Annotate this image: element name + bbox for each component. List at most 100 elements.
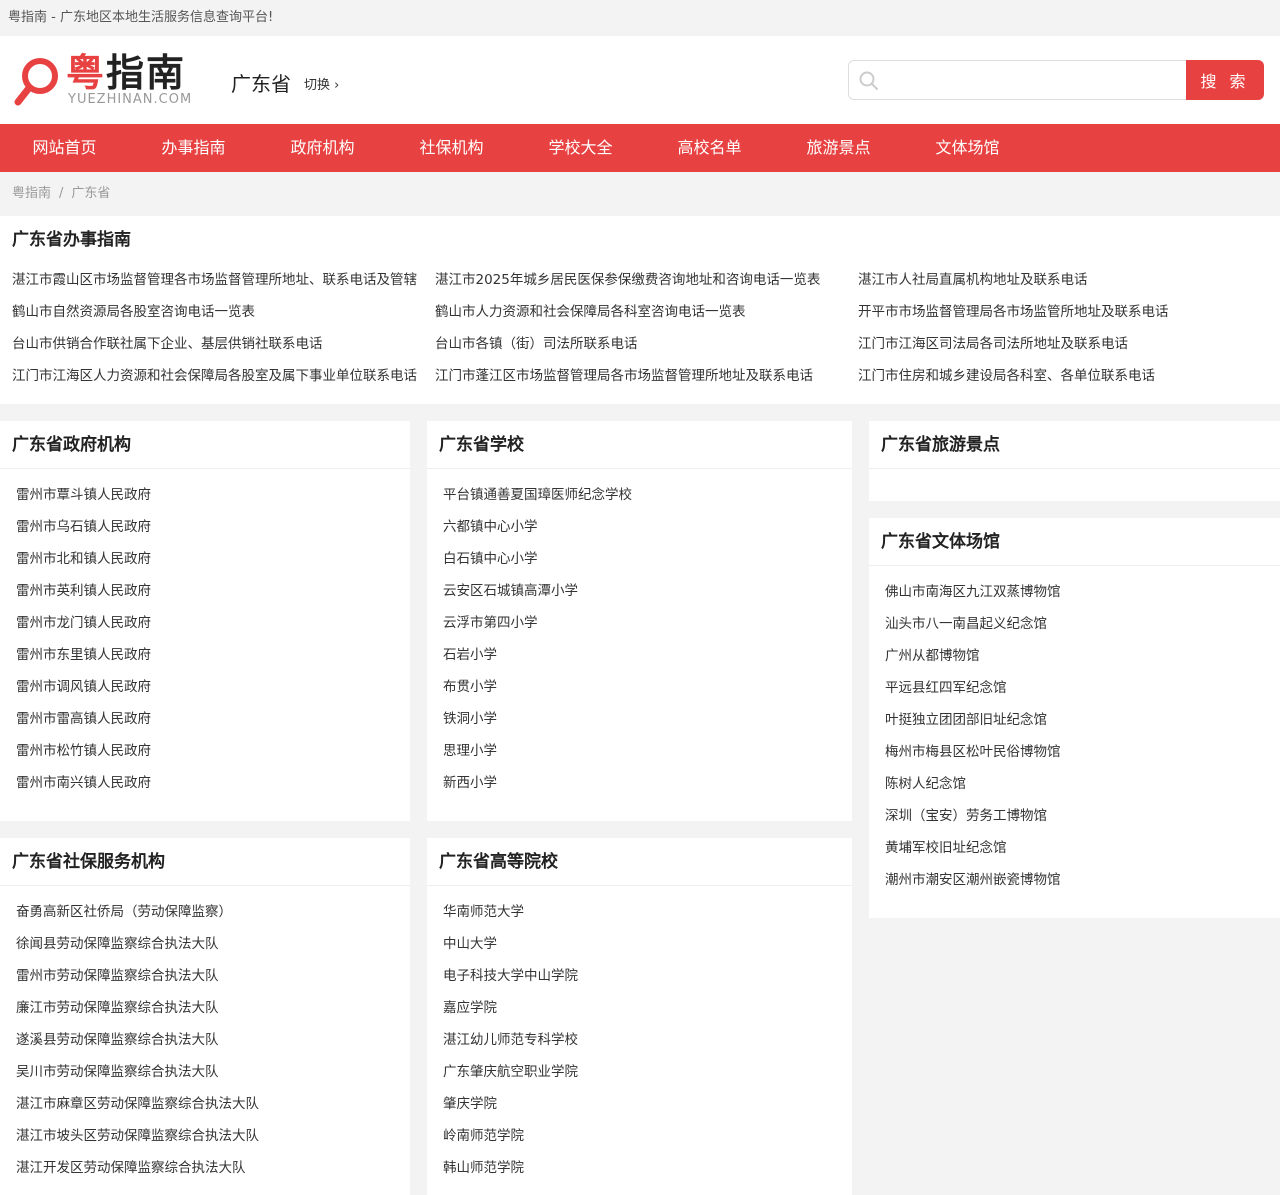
list-item[interactable]: 中山大学 (443, 928, 852, 960)
guide-link[interactable]: 开平市市场监督管理局各市场监管所地址及联系电话 (858, 296, 1280, 328)
tourism-title: 广东省旅游景点 (869, 421, 1280, 469)
breadcrumb-home[interactable]: 粤指南 (12, 186, 51, 201)
list-item[interactable]: 广东肇庆航空职业学院 (443, 1056, 852, 1088)
guide-link[interactable]: 江门市江海区司法局各司法所地址及联系电话 (858, 328, 1280, 360)
breadcrumb-separator: / (59, 186, 64, 201)
logo-wordmark: 粤指南 (66, 51, 187, 95)
list-item[interactable]: 云浮市第四小学 (443, 607, 852, 639)
list-item[interactable]: 云安区石城镇高潭小学 (443, 575, 852, 607)
guide-link[interactable]: 江门市江海区人力资源和社会保障局各股室及属下事业单位联系电话 (12, 360, 435, 392)
nav-social-security[interactable]: 社保机构 (387, 124, 516, 172)
main-nav: 网站首页 办事指南 政府机构 社保机构 学校大全 高校名单 旅游景点 文体场馆 (0, 124, 1280, 172)
list-item[interactable]: 佛山市南海区九江双蒸博物馆 (885, 576, 1280, 608)
venues-card: 广东省文体场馆 佛山市南海区九江双蒸博物馆 汕头市八一南昌起义纪念馆 广州从都博物馆… (869, 518, 1280, 918)
list-item[interactable]: 叶挺独立团团部旧址纪念馆 (885, 704, 1280, 736)
schools-list: 平台镇通善夏国璋医师纪念学校 六都镇中心小学 白石镇中心小学 云安区石城镇高潭小学 云浮… (427, 469, 852, 799)
list-item[interactable]: 华南师范大学 (443, 896, 852, 928)
list-item[interactable]: 电子科技大学中山学院 (443, 960, 852, 992)
nav-tourism[interactable]: 旅游景点 (774, 124, 903, 172)
colleges-card: 广东省高等院校 华南师范大学 中山大学 电子科技大学中山学院 嘉应学院 湛江幼儿师范专科… (427, 838, 852, 1195)
nav-guide[interactable]: 办事指南 (129, 124, 258, 172)
list-item[interactable]: 湛江市坡头区劳动保障监察综合执法大队 (16, 1120, 410, 1152)
list-item[interactable]: 新西小学 (443, 767, 852, 799)
nav-home[interactable]: 网站首页 (0, 124, 129, 172)
list-item[interactable]: 六都镇中心小学 (443, 511, 852, 543)
list-item[interactable]: 雷州市龙门镇人民政府 (16, 607, 410, 639)
list-item[interactable]: 湛江幼儿师范专科学校 (443, 1024, 852, 1056)
list-item[interactable]: 雷州市乌石镇人民政府 (16, 511, 410, 543)
list-item[interactable]: 肇庆学院 (443, 1088, 852, 1120)
tourism-card: 广东省旅游景点 (869, 421, 1280, 501)
search-button[interactable]: 搜 索 (1186, 60, 1264, 100)
nav-colleges[interactable]: 高校名单 (645, 124, 774, 172)
venues-title: 广东省文体场馆 (869, 518, 1280, 566)
list-item[interactable]: 奋勇高新区社侨局（劳动保障监察） (16, 896, 410, 928)
search-box (848, 60, 1188, 100)
magnifier-logo-icon (14, 58, 58, 106)
list-item[interactable]: 雷州市覃斗镇人民政府 (16, 479, 410, 511)
social-list: 奋勇高新区社侨局（劳动保障监察） 徐闻县劳动保障监察综合执法大队 雷州市劳动保障监察… (0, 886, 410, 1184)
nav-government[interactable]: 政府机构 (258, 124, 387, 172)
gov-list: 雷州市覃斗镇人民政府 雷州市乌石镇人民政府 雷州市北和镇人民政府 雷州市英利镇人民政府… (0, 469, 410, 799)
list-item[interactable]: 石岩小学 (443, 639, 852, 671)
guide-link[interactable]: 台山市供销合作联社属下企业、基层供销社联系电话 (12, 328, 435, 360)
list-item[interactable]: 布贯小学 (443, 671, 852, 703)
colleges-list: 华南师范大学 中山大学 电子科技大学中山学院 嘉应学院 湛江幼儿师范专科学校 广东肇庆航空… (427, 886, 852, 1184)
nav-schools[interactable]: 学校大全 (516, 124, 645, 172)
list-item[interactable]: 白石镇中心小学 (443, 543, 852, 575)
list-item[interactable]: 梅州市梅县区松叶民俗博物馆 (885, 736, 1280, 768)
list-item[interactable]: 岭南师范学院 (443, 1120, 852, 1152)
list-item[interactable]: 雷州市松竹镇人民政府 (16, 735, 410, 767)
search-icon (859, 71, 878, 90)
nav-venues[interactable]: 文体场馆 (903, 124, 1032, 172)
guide-link[interactable]: 湛江市霞山区市场监督管理各市场监督管理所地址、联系电话及管辖 (12, 264, 435, 296)
list-item[interactable]: 徐闻县劳动保障监察综合执法大队 (16, 928, 410, 960)
guide-link[interactable]: 江门市蓬江区市场监督管理局各市场监督管理所地址及联系电话 (435, 360, 858, 392)
search-bar: 搜 索 (848, 60, 1264, 100)
guide-link[interactable]: 鹤山市人力资源和社会保障局各科室咨询电话一览表 (435, 296, 858, 328)
social-title: 广东省社保服务机构 (0, 838, 410, 886)
list-item[interactable]: 雷州市雷高镇人民政府 (16, 703, 410, 735)
list-item[interactable]: 平台镇通善夏国璋医师纪念学校 (443, 479, 852, 511)
list-item[interactable]: 雷州市南兴镇人民政府 (16, 767, 410, 799)
list-item[interactable]: 广州从都博物馆 (885, 640, 1280, 672)
search-input[interactable] (889, 61, 1179, 99)
list-item[interactable]: 遂溪县劳动保障监察综合执法大队 (16, 1024, 410, 1056)
list-item[interactable]: 黄埔军校旧址纪念馆 (885, 832, 1280, 864)
list-item[interactable]: 韩山师范学院 (443, 1152, 852, 1184)
tourism-list (869, 469, 1280, 479)
switch-province-link[interactable]: 切换 › (304, 74, 339, 93)
guide-link[interactable]: 江门市住房和城乡建设局各科室、各单位联系电话 (858, 360, 1280, 392)
guide-link[interactable]: 鹤山市自然资源局各股室咨询电话一览表 (12, 296, 435, 328)
list-item[interactable]: 雷州市北和镇人民政府 (16, 543, 410, 575)
guide-link[interactable]: 湛江市2025年城乡居民医保参保缴费咨询地址和咨询电话一览表 (435, 264, 858, 296)
breadcrumb: 粤指南 / 广东省 (0, 172, 1280, 216)
current-province: 广东省 (231, 72, 291, 96)
list-item[interactable]: 雷州市东里镇人民政府 (16, 639, 410, 671)
list-item[interactable]: 吴川市劳动保障监察综合执法大队 (16, 1056, 410, 1088)
list-item[interactable]: 思理小学 (443, 735, 852, 767)
list-item[interactable]: 铁洞小学 (443, 703, 852, 735)
logo-domain: YUEZHINAN.COM (68, 92, 193, 107)
gov-card: 广东省政府机构 雷州市覃斗镇人民政府 雷州市乌石镇人民政府 雷州市北和镇人民政府 雷州… (0, 421, 410, 821)
list-item[interactable]: 陈树人纪念馆 (885, 768, 1280, 800)
list-item[interactable]: 嘉应学院 (443, 992, 852, 1024)
social-card: 广东省社保服务机构 奋勇高新区社侨局（劳动保障监察） 徐闻县劳动保障监察综合执法大… (0, 838, 410, 1195)
guide-link[interactable]: 湛江市人社局直属机构地址及联系电话 (858, 264, 1280, 296)
list-item[interactable]: 湛江开发区劳动保障监察综合执法大队 (16, 1152, 410, 1184)
list-item[interactable]: 潮州市潮安区潮州嵌瓷博物馆 (885, 864, 1280, 896)
guide-link[interactable]: 台山市各镇（街）司法所联系电话 (435, 328, 858, 360)
list-item[interactable]: 深圳（宝安）劳务工博物馆 (885, 800, 1280, 832)
guide-links: 湛江市霞山区市场监督管理各市场监督管理所地址、联系电话及管辖 湛江市2025年城乡… (0, 264, 1280, 392)
list-item[interactable]: 雷州市劳动保障监察综合执法大队 (16, 960, 410, 992)
site-logo[interactable]: 粤指南 YUEZHINAN.COM (14, 52, 199, 110)
breadcrumb-current: 广东省 (71, 186, 111, 201)
list-item[interactable]: 平远县红四军纪念馆 (885, 672, 1280, 704)
list-item[interactable]: 汕头市八一南昌起义纪念馆 (885, 608, 1280, 640)
list-item[interactable]: 雷州市英利镇人民政府 (16, 575, 410, 607)
list-item[interactable]: 湛江市麻章区劳动保障监察综合执法大队 (16, 1088, 410, 1120)
list-item[interactable]: 廉江市劳动保障监察综合执法大队 (16, 992, 410, 1024)
list-item[interactable]: 雷州市调风镇人民政府 (16, 671, 410, 703)
schools-title: 广东省学校 (427, 421, 852, 469)
colleges-title: 广东省高等院校 (427, 838, 852, 886)
